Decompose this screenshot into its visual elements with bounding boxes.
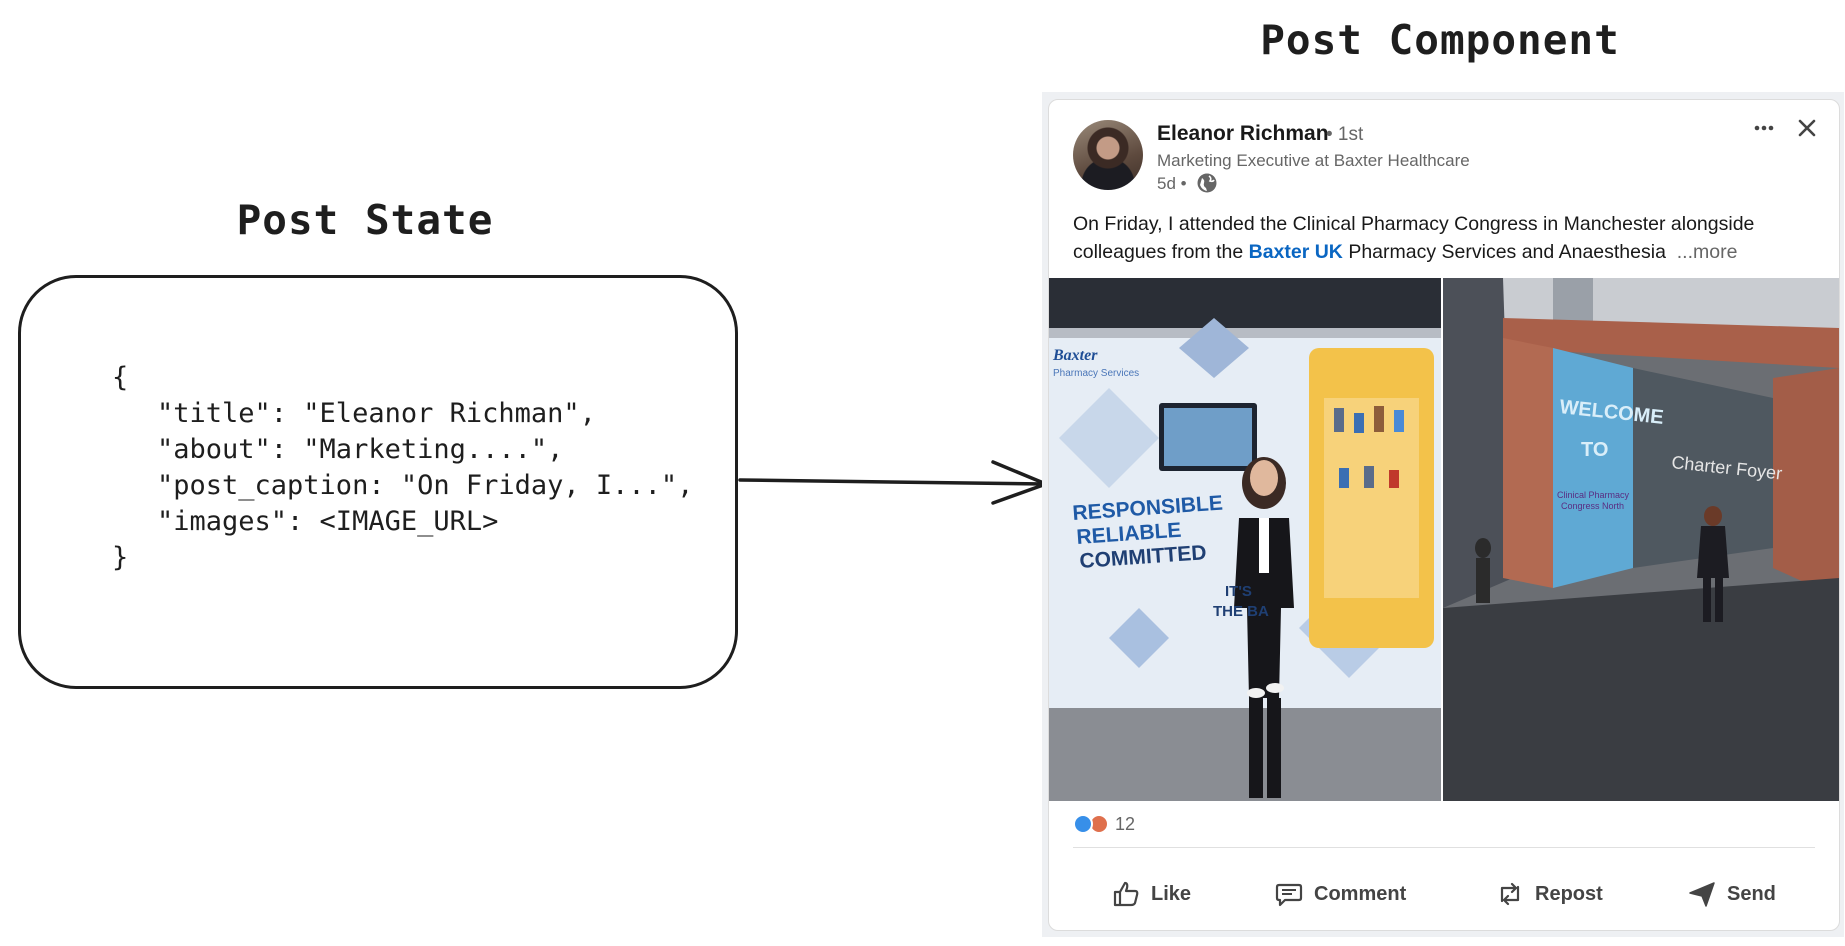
see-more-link[interactable]: ...more bbox=[1677, 241, 1738, 263]
like-reaction-icon bbox=[1073, 814, 1093, 834]
thumbs-up-icon bbox=[1113, 881, 1139, 907]
send-label: Send bbox=[1727, 882, 1776, 905]
connection-degree: • 1st bbox=[1326, 124, 1364, 145]
post-card: Eleanor Richman • 1st Marketing Executiv… bbox=[1048, 99, 1840, 931]
welcome-banner-line-2: TO bbox=[1581, 439, 1608, 461]
stand-tag-line-1: IT'S bbox=[1225, 583, 1252, 600]
post-state-title: Post State bbox=[236, 196, 494, 244]
repost-icon bbox=[1500, 882, 1520, 906]
post-caption: On Friday, I attended the Clinical Pharm… bbox=[1073, 210, 1818, 266]
congress-logo-line-2: Congress North bbox=[1561, 501, 1624, 511]
author-name[interactable]: Eleanor Richman bbox=[1157, 122, 1329, 146]
caption-text-continued: Pharmacy Services and Anaesthesia bbox=[1342, 241, 1666, 263]
post-age: 5d • bbox=[1157, 174, 1187, 193]
code-line-images: "images": <IMAGE_URL> bbox=[157, 506, 499, 537]
avatar[interactable] bbox=[1073, 120, 1143, 190]
post-component-title: Post Component bbox=[1260, 16, 1620, 64]
congress-logo-line-1: Clinical Pharmacy bbox=[1557, 490, 1630, 500]
more-options-icon[interactable] bbox=[1749, 114, 1779, 142]
comment-button[interactable]: Comment bbox=[1274, 870, 1406, 918]
stand-brand-text: Baxter bbox=[1052, 347, 1098, 364]
code-line-caption: "post_caption: "On Friday, I...", bbox=[157, 470, 694, 501]
stand-brand-sub-text: Pharmacy Services bbox=[1053, 368, 1139, 379]
comment-label: Comment bbox=[1314, 882, 1407, 905]
like-button[interactable]: Like bbox=[1111, 870, 1191, 918]
close-icon[interactable] bbox=[1793, 114, 1821, 142]
code-line-close-brace: } bbox=[112, 542, 129, 573]
reaction-count: 12 bbox=[1115, 814, 1136, 834]
globe-icon bbox=[1197, 173, 1217, 193]
actions-divider bbox=[1073, 847, 1815, 848]
send-icon bbox=[1689, 882, 1715, 907]
repost-button[interactable]: Repost bbox=[1495, 870, 1603, 918]
stand-tag-line-2: THE BA bbox=[1213, 603, 1269, 620]
code-line-about: "about": "Marketing....", bbox=[157, 434, 564, 465]
send-button[interactable]: Send bbox=[1687, 870, 1776, 918]
post-image-stand[interactable]: Baxter Pharmacy Services RESPONSIBLE REL… bbox=[1049, 278, 1441, 801]
post-image-entrance[interactable]: WELCOME TO Clinical Pharmacy Congress No… bbox=[1443, 278, 1839, 801]
code-line-title: "title": "Eleanor Richman", bbox=[157, 398, 596, 429]
code-line-open-brace: { bbox=[112, 362, 129, 393]
company-mention-link[interactable]: Baxter UK bbox=[1249, 241, 1343, 263]
repost-label: Repost bbox=[1535, 882, 1603, 905]
author-headline: Marketing Executive at Baxter Healthcare bbox=[1157, 151, 1470, 170]
comment-icon bbox=[1275, 883, 1303, 907]
like-label: Like bbox=[1151, 882, 1192, 905]
post-state-code: { "title": "Eleanor Richman", "about": "Ma… bbox=[112, 360, 693, 576]
